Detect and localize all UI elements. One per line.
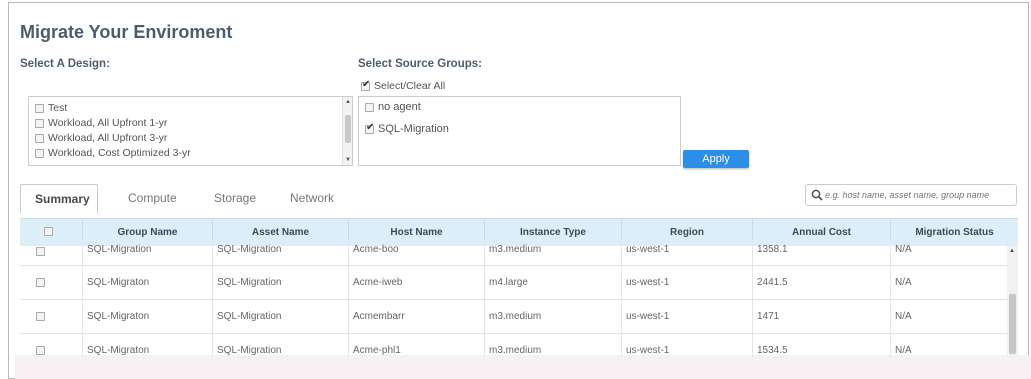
cell-asset: SQL-Migration — [212, 240, 348, 266]
cell-region: us-west-1 — [621, 240, 752, 266]
design-option-label: Workload, All Upfront 1-yr — [48, 117, 168, 130]
group-option-label: no agent — [378, 101, 421, 114]
table-row[interactable]: SQL-Migration SQL-Migration Acme-boo m3.… — [20, 240, 1010, 266]
cell-asset: SQL-Migration — [212, 300, 348, 334]
select-clear-all[interactable]: Select/Clear All — [361, 79, 446, 93]
scroll-thumb[interactable] — [345, 115, 351, 143]
search-icon — [811, 189, 823, 201]
bottom-strip — [15, 355, 1031, 379]
cell-status: N/A — [890, 240, 1010, 266]
cell-asset: SQL-Migration — [212, 334, 348, 357]
cell-region: us-west-1 — [621, 266, 752, 300]
group-option[interactable]: no agent — [359, 101, 680, 119]
design-option-checkbox[interactable] — [35, 118, 44, 128]
design-option[interactable]: Workload, All Upfront 1-yr — [29, 117, 352, 131]
cell-instance: m3.medium — [484, 334, 621, 357]
search-box[interactable] — [805, 184, 1017, 206]
tab-storage[interactable]: Storage — [200, 184, 270, 214]
design-option-checkbox[interactable] — [35, 148, 44, 158]
design-option-label: Workload, All Upfront 3-yr — [48, 132, 168, 145]
cell-host: Acme-phl1 — [348, 334, 484, 357]
table-row[interactable]: SQL-Migraton SQL-Migration Acme-phl1 m3.… — [20, 334, 1010, 357]
table-scrollbar[interactable]: ▲ — [1007, 246, 1018, 356]
select-all-label: Select/Clear All — [374, 80, 446, 93]
scroll-down-icon[interactable]: ▼ — [345, 157, 351, 163]
group-option-checkbox[interactable] — [365, 122, 374, 134]
cell-cost: 1534.5 — [752, 334, 890, 357]
search-input[interactable] — [825, 187, 1013, 203]
select-all-checkbox[interactable] — [361, 79, 370, 91]
table-row[interactable]: SQL-Migraton SQL-Migration Acmembarr m3.… — [20, 300, 1010, 334]
scroll-up-icon[interactable]: ▲ — [345, 99, 351, 105]
design-option[interactable]: Workload, All Upfront 3-yr — [29, 132, 352, 146]
design-list-scrollbar[interactable]: ▲ ▼ — [342, 97, 352, 165]
design-option-label: Workload, Cost Optimized 3-yr — [48, 147, 191, 160]
cell-group: SQL-Migration — [82, 240, 212, 266]
cell-region: us-west-1 — [621, 300, 752, 334]
cell-instance: m3.medium — [484, 240, 621, 266]
cell-status: N/A — [890, 300, 1010, 334]
cell-group: SQL-Migraton — [82, 300, 212, 334]
cell-cost: 2441.5 — [752, 266, 890, 300]
design-label: Select A Design: — [20, 58, 110, 70]
cell-status: N/A — [890, 266, 1010, 300]
group-option[interactable]: SQL-Migration — [359, 122, 680, 141]
source-group-list[interactable]: no agent SQL-Migration — [358, 96, 681, 166]
tab-network[interactable]: Network — [276, 184, 348, 214]
apply-button[interactable]: Apply — [683, 150, 749, 168]
page-title: Migrate Your Enviroment — [20, 22, 233, 42]
tab-summary[interactable]: Summary — [20, 184, 98, 214]
scroll-up-icon[interactable]: ▲ — [1009, 248, 1015, 254]
scroll-thumb[interactable] — [1009, 294, 1016, 354]
cell-region: us-west-1 — [621, 334, 752, 357]
design-list[interactable]: Test Workload, All Upfront 1-yr Workload… — [28, 96, 353, 166]
cell-status: N/A — [890, 334, 1010, 357]
tab-compute[interactable]: Compute — [114, 184, 191, 214]
design-option-label: Test — [48, 102, 68, 115]
cell-cost: 1358.1 — [752, 240, 890, 266]
design-option[interactable]: Test — [29, 102, 352, 116]
results-table: Group Name Asset Name Host Name Instance… — [20, 218, 1018, 357]
group-option-label: SQL-Migration — [378, 123, 449, 136]
source-groups-label: Select Source Groups: — [358, 58, 482, 70]
cell-host: Acme-iweb — [348, 266, 484, 300]
group-option-checkbox[interactable] — [365, 102, 374, 112]
cell-instance: m3.medium — [484, 300, 621, 334]
design-option[interactable]: Workload, Cost Optimized 3-yr — [29, 147, 352, 161]
cell-cost: 1471 — [752, 300, 890, 334]
table-row[interactable]: SQL-Migraton SQL-Migration Acme-iweb m4.… — [20, 266, 1010, 300]
cell-group: SQL-Migraton — [82, 334, 212, 357]
cell-instance: m4.large — [484, 266, 621, 300]
cell-group: SQL-Migraton — [82, 266, 212, 300]
cell-host: Acmembarr — [348, 300, 484, 334]
design-option-checkbox[interactable] — [35, 103, 44, 113]
cell-asset: SQL-Migration — [212, 266, 348, 300]
cell-host: Acme-boo — [348, 240, 484, 266]
design-option-checkbox[interactable] — [35, 133, 44, 143]
